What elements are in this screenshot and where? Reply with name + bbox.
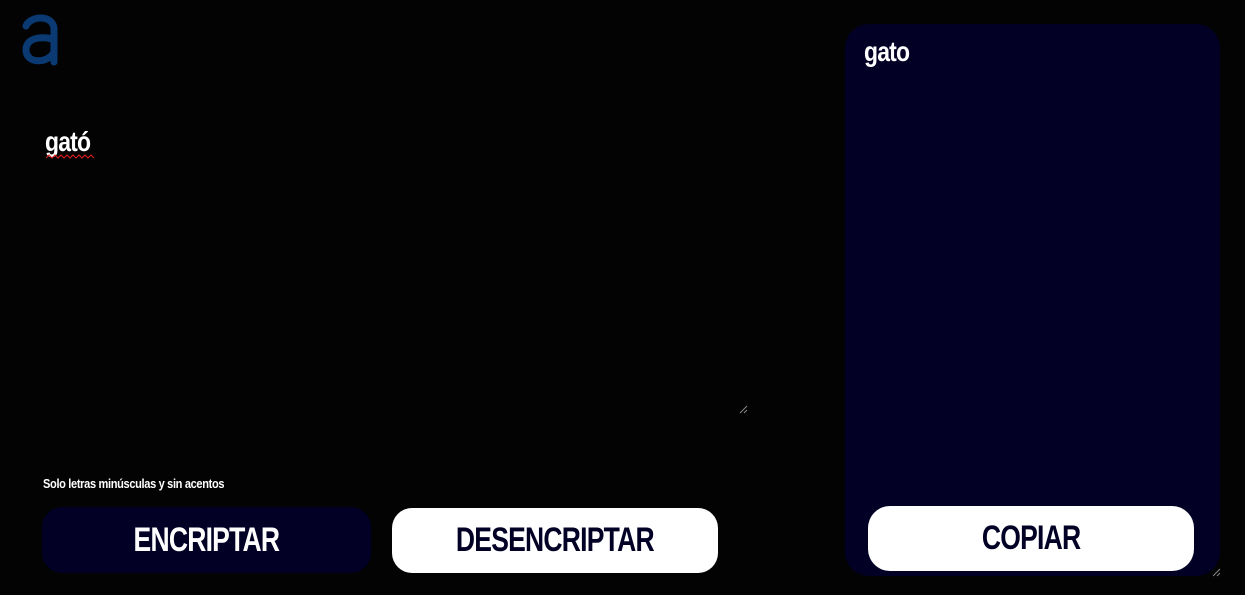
spellcheck-underline bbox=[46, 154, 95, 159]
encrypt-button[interactable]: ENCRIPTAR bbox=[42, 507, 371, 573]
page: gató Solo letras minúsculas y sin acento… bbox=[0, 0, 1245, 595]
encrypt-button-label: ENCRIPTAR bbox=[133, 520, 281, 559]
copy-button[interactable]: COPIAR bbox=[868, 506, 1194, 571]
logo[interactable] bbox=[20, 10, 60, 66]
resize-grip-icon[interactable] bbox=[1211, 567, 1221, 577]
letter-a-logo-icon bbox=[22, 14, 58, 66]
output-text: gato bbox=[864, 36, 910, 67]
resize-grip-icon[interactable] bbox=[738, 404, 748, 414]
copy-button-label: COPIAR bbox=[981, 519, 1081, 557]
output-panel[interactable]: gato COPIAR bbox=[845, 24, 1221, 577]
decrypt-button-label: DESENCRIPTAR bbox=[456, 521, 655, 559]
input-textarea[interactable]: gató bbox=[40, 118, 748, 414]
input-hint: Solo letras minúsculas y sin acentos bbox=[43, 476, 225, 491]
decrypt-button[interactable]: DESENCRIPTAR bbox=[392, 508, 718, 573]
